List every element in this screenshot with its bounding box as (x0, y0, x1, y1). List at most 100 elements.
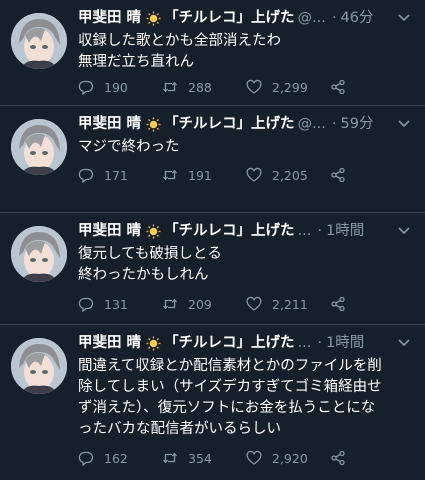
tweet-text-line: 間違えて収録とか配信素材とかのファイルを削 (78, 358, 382, 374)
author-handle[interactable]: @... (298, 8, 326, 28)
share-icon (331, 450, 345, 466)
retweet-icon (163, 81, 177, 93)
share-icon (331, 79, 345, 95)
reply-button[interactable]: 171 (78, 167, 162, 183)
tweet-text-line: 終わったかもしれん (78, 267, 209, 283)
tweet-text: 復元しても破損しとる 終わったかもしれん (78, 244, 408, 286)
separator-dot: · (331, 116, 337, 132)
reply-icon (78, 297, 94, 312)
retweet-icon (163, 169, 177, 181)
tweet-text-line: マジで終わった (78, 139, 180, 155)
reply-count: 190 (104, 79, 128, 95)
like-button[interactable]: 2,205 (246, 167, 330, 183)
tweet-actions: 162 354 2,920 (78, 450, 413, 466)
reply-button[interactable]: 131 (78, 296, 162, 312)
retweet-button[interactable]: 191 (162, 167, 246, 183)
tweet[interactable]: 甲斐田 晴 「チルレコ」上げた @... · 59分 マジで終わった 171 1… (0, 106, 425, 213)
tweet-text-line: ず消えた）、復元ソフトにお金を払うことにな (78, 400, 376, 416)
tweet-header: 甲斐田 晴 「チルレコ」上げた ... · 1時間 (78, 221, 413, 241)
sun-emoji-icon (146, 335, 161, 351)
reply-button[interactable]: 190 (78, 79, 162, 95)
tweet[interactable]: 甲斐田 晴 「チルレコ」上げた ... · 1時間 間違えて収録とか配信素材とか… (0, 325, 425, 480)
timestamp[interactable]: 1時間 (326, 333, 364, 353)
reply-icon (78, 80, 94, 95)
avatar[interactable] (11, 13, 67, 69)
tweet[interactable]: 甲斐田 晴 「チルレコ」上げた @... · 46分 収録した歌とかも全部消えた… (0, 0, 425, 106)
like-button[interactable]: 2,211 (246, 296, 330, 312)
tweet-header: 甲斐田 晴 「チルレコ」上げた ... · 1時間 (78, 333, 413, 353)
author-handle[interactable]: ... (298, 221, 312, 241)
timeline: 甲斐田 晴 「チルレコ」上げた @... · 46分 収録した歌とかも全部消えた… (0, 0, 425, 480)
tweet-text-line: ったバカな配信者がいるらしい (78, 421, 281, 437)
tweet-actions: 171 191 2,205 (78, 167, 413, 183)
like-count: 2,211 (272, 296, 308, 312)
timestamp[interactable]: 59分 (341, 114, 374, 134)
like-count: 2,920 (272, 450, 308, 466)
tweet-text: 収録した歌とかも全部消えたわ 無理だ立ち直れん (78, 31, 408, 73)
retweet-icon (163, 452, 177, 464)
retweet-count: 354 (188, 450, 212, 466)
tweet[interactable]: 甲斐田 晴 「チルレコ」上げた ... · 1時間 復元しても破損しとる 終わっ… (0, 213, 425, 325)
retweet-count: 209 (188, 296, 212, 312)
author-name[interactable]: 甲斐田 晴 (78, 8, 141, 28)
author-name[interactable]: 甲斐田 晴 (78, 114, 141, 134)
retweet-count: 191 (188, 167, 212, 183)
author-name[interactable]: 甲斐田 晴 (78, 221, 141, 241)
reply-icon (78, 451, 94, 466)
retweet-button[interactable]: 354 (162, 450, 246, 466)
retweet-button[interactable]: 288 (162, 79, 246, 95)
avatar[interactable] (11, 338, 67, 394)
timestamp[interactable]: 1時間 (326, 221, 364, 241)
like-button[interactable]: 2,920 (246, 450, 330, 466)
like-icon (246, 296, 262, 311)
author-name-suffix[interactable]: 「チルレコ」上げた (164, 114, 295, 134)
tweet-text-line: 収録した歌とかも全部消えたわ (78, 33, 281, 49)
like-count: 2,205 (272, 167, 308, 183)
reply-icon (78, 168, 94, 183)
author-name-suffix[interactable]: 「チルレコ」上げた (164, 333, 295, 353)
reply-count: 131 (104, 296, 128, 312)
like-icon (246, 79, 262, 94)
chevron-down-icon[interactable] (397, 335, 411, 349)
like-button[interactable]: 2,299 (246, 79, 330, 95)
author-name[interactable]: 甲斐田 晴 (78, 333, 141, 353)
like-icon (246, 167, 262, 182)
separator-dot: · (331, 10, 337, 26)
timestamp[interactable]: 46分 (341, 8, 374, 28)
author-handle[interactable]: ... (298, 333, 312, 353)
share-button[interactable] (330, 296, 356, 312)
reply-count: 171 (104, 167, 128, 183)
tweet-actions: 190 288 2,299 (78, 79, 413, 95)
share-icon (331, 167, 345, 183)
separator-dot: · (317, 223, 322, 239)
share-button[interactable] (330, 167, 356, 183)
tweet-text: マジで終わった (78, 137, 408, 158)
tweet-text-line: 除してしまい（サイズデカすぎてゴミ箱経由せ (78, 379, 382, 395)
chevron-down-icon[interactable] (397, 116, 411, 130)
share-button[interactable] (330, 79, 356, 95)
reply-count: 162 (104, 450, 128, 466)
retweet-icon (163, 298, 177, 310)
avatar[interactable] (11, 226, 67, 282)
sun-emoji-icon (146, 10, 161, 26)
reply-button[interactable]: 162 (78, 450, 162, 466)
avatar[interactable] (11, 119, 67, 175)
retweet-button[interactable]: 209 (162, 296, 246, 312)
tweet-text-line: 復元しても破損しとる (78, 246, 222, 262)
chevron-down-icon[interactable] (397, 10, 411, 24)
sun-emoji-icon (146, 223, 161, 239)
author-name-suffix[interactable]: 「チルレコ」上げた (164, 8, 295, 28)
chevron-down-icon[interactable] (397, 223, 411, 237)
tweet-text: 間違えて収録とか配信素材とかのファイルを削 除してしまい（サイズデカすぎてゴミ箱… (78, 356, 408, 440)
share-button[interactable] (330, 450, 356, 466)
author-handle[interactable]: @... (298, 114, 326, 134)
share-icon (331, 296, 345, 312)
tweet-header: 甲斐田 晴 「チルレコ」上げた @... · 59分 (78, 114, 413, 134)
author-name-suffix[interactable]: 「チルレコ」上げた (164, 221, 295, 241)
tweet-header: 甲斐田 晴 「チルレコ」上げた @... · 46分 (78, 8, 413, 28)
like-count: 2,299 (272, 79, 308, 95)
separator-dot: · (317, 335, 322, 351)
tweet-actions: 131 209 2,211 (78, 296, 413, 312)
retweet-count: 288 (188, 79, 212, 95)
like-icon (246, 450, 262, 465)
